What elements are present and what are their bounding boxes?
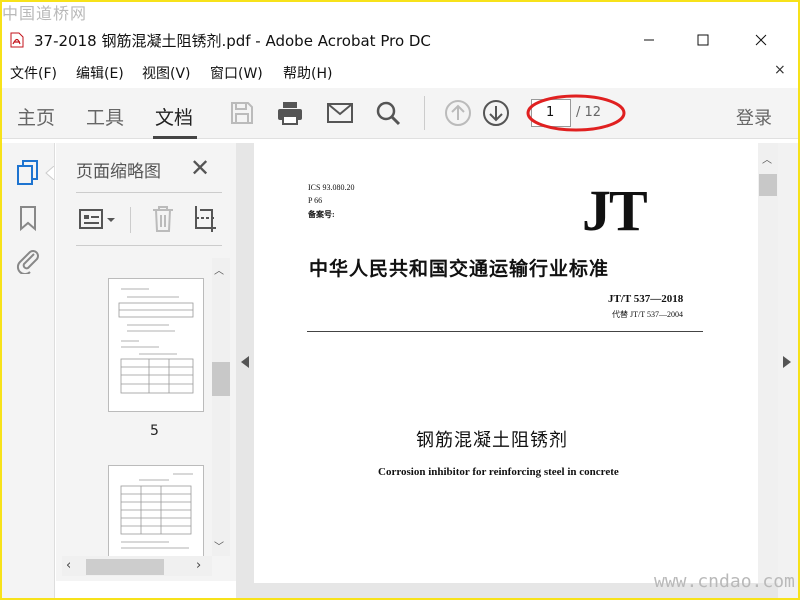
toolbar-separator xyxy=(424,96,425,130)
header-rule xyxy=(307,331,703,332)
p-number: P 66 xyxy=(308,196,323,205)
login-button[interactable]: 登录 xyxy=(736,104,772,130)
document-title-english: Corrosion inhibitor for reinforcing stee… xyxy=(378,466,619,478)
menu-close-button[interactable]: × xyxy=(774,62,786,78)
right-pane-strip xyxy=(778,143,798,598)
print-button[interactable] xyxy=(275,98,305,128)
expand-right-icon[interactable] xyxy=(782,356,792,368)
tab-tools[interactable]: 工具 xyxy=(86,103,124,130)
ics-code: ICS 93.080.20 xyxy=(308,183,355,192)
scroll-left-arrow[interactable]: ‹ xyxy=(66,558,71,573)
window-title: 37-2018 钢筋混凝土阻锈剂.pdf - Adobe Acrobat Pro… xyxy=(34,32,431,50)
thumbnail-options-icon[interactable] xyxy=(78,206,118,234)
bookmark-icon[interactable] xyxy=(14,204,42,232)
panel-divider xyxy=(76,192,222,193)
page-thumbnail-5[interactable] xyxy=(108,278,204,412)
save-button[interactable] xyxy=(227,98,257,128)
watermark-bottom: www.cndao.com xyxy=(654,571,795,592)
minimize-button[interactable] xyxy=(626,22,672,58)
doc-scroll-up-arrow[interactable]: ︿ xyxy=(762,151,772,166)
standard-title: 中华人民共和国交通运输行业标准 xyxy=(309,258,610,280)
menu-edit[interactable]: 编辑(E) xyxy=(76,63,124,83)
document-title-chinese: 钢筋混凝土阻锈剂 xyxy=(416,430,568,451)
pages-icon[interactable] xyxy=(14,158,42,186)
close-icon xyxy=(755,34,767,46)
tab-home[interactable]: 主页 xyxy=(17,103,55,130)
watermark-top: 中国道桥网 xyxy=(2,4,88,23)
thumbnail-panel-title: 页面缩略图 xyxy=(76,162,161,182)
arrow-down-icon xyxy=(483,100,509,126)
arrow-up-icon xyxy=(445,100,471,126)
page-thumbnail-6[interactable] xyxy=(108,465,204,557)
thumbnail-scrollbar[interactable] xyxy=(212,258,230,556)
panel-tool-separator xyxy=(130,207,131,233)
email-button[interactable] xyxy=(325,98,355,128)
menu-view[interactable]: 视图(V) xyxy=(142,63,191,83)
collapse-left-icon[interactable] xyxy=(240,356,250,368)
menu-window[interactable]: 窗口(W) xyxy=(210,63,263,83)
mail-icon xyxy=(327,103,353,123)
highlight-ellipse xyxy=(526,94,626,132)
replaces-standard: 代替 JT/T 537—2004 xyxy=(612,310,683,319)
save-icon xyxy=(231,102,253,124)
thumbnail-page-label: 5 xyxy=(150,423,159,439)
document-scrollbar[interactable] xyxy=(758,143,778,583)
previous-page-button[interactable] xyxy=(443,98,473,128)
filing-number: 备案号: xyxy=(308,210,335,219)
panel-divider-2 xyxy=(76,245,222,246)
document-scrollbar-thumb[interactable] xyxy=(759,174,777,196)
close-button[interactable] xyxy=(738,22,784,58)
scroll-up-arrow[interactable]: ︿ xyxy=(214,262,224,277)
print-icon xyxy=(278,102,302,125)
crop-icon[interactable] xyxy=(192,204,218,234)
scroll-right-arrow[interactable]: › xyxy=(196,558,201,573)
jt-logo: JT xyxy=(582,178,648,243)
minimize-icon xyxy=(644,39,654,41)
menu-help[interactable]: 帮助(H) xyxy=(283,63,332,83)
standard-code: JT/T 537—2018 xyxy=(608,293,684,305)
find-button[interactable] xyxy=(373,98,403,128)
next-page-button[interactable] xyxy=(481,98,511,128)
scroll-down-arrow[interactable]: ﹀ xyxy=(214,538,224,553)
active-tab-indicator xyxy=(153,136,197,139)
delete-icon[interactable] xyxy=(150,204,176,234)
thumbnail-horizontal-scrollbar-thumb[interactable] xyxy=(86,559,164,575)
maximize-icon xyxy=(697,34,709,46)
thumbnail-content xyxy=(118,288,194,394)
search-icon xyxy=(376,101,401,126)
menu-file[interactable]: 文件(F) xyxy=(10,63,57,83)
thumbnail-panel-close[interactable]: ✕ xyxy=(190,154,210,182)
thumbnail-content-2 xyxy=(120,473,193,549)
nav-pointer-icon xyxy=(45,166,54,180)
tab-document[interactable]: 文档 xyxy=(155,103,193,130)
attachment-icon[interactable] xyxy=(14,246,42,274)
maximize-button[interactable] xyxy=(680,22,726,58)
pdf-file-icon xyxy=(10,32,24,48)
thumbnail-scrollbar-thumb[interactable] xyxy=(212,362,230,396)
